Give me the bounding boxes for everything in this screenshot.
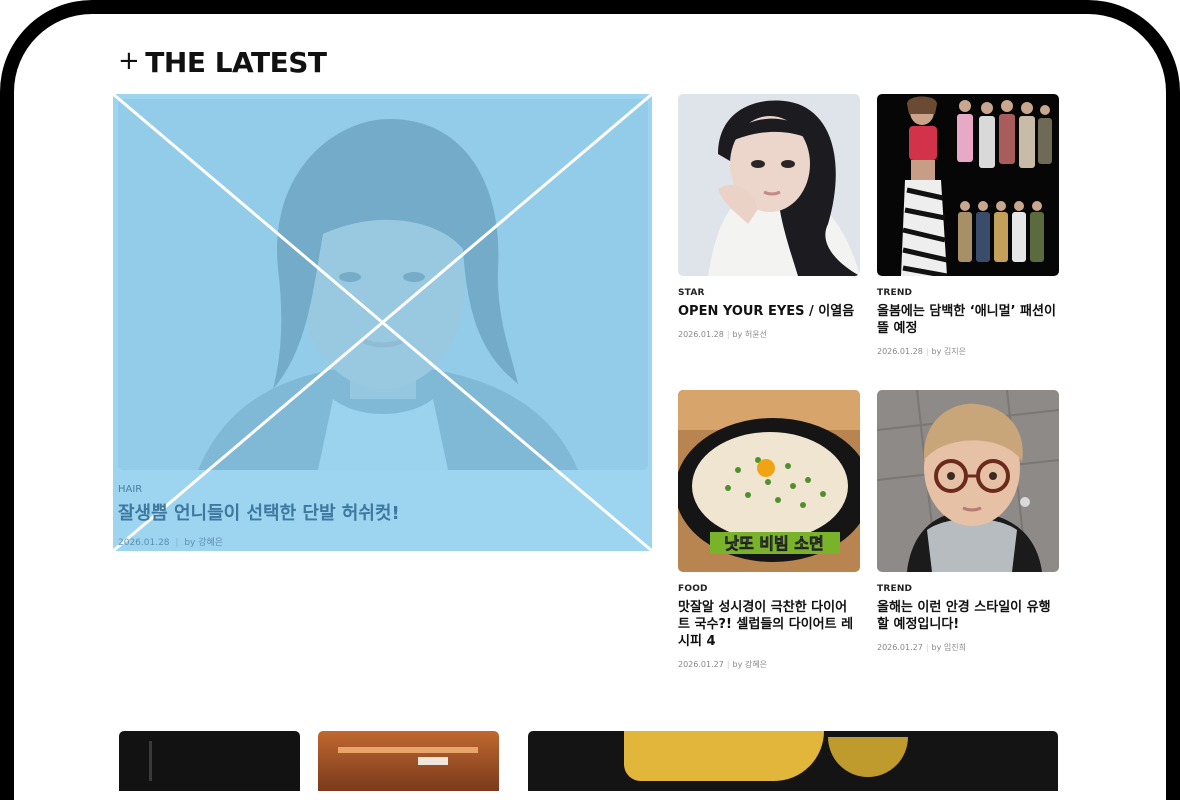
featured-article[interactable]: HAIR 잘생쁨 언니들이 선택한 단발 허쉬컷! 2026.01.28 | b…: [113, 94, 652, 551]
article-date: 2026.01.27: [678, 660, 724, 669]
teaser-thumbnail[interactable]: [119, 731, 300, 791]
article-author: by 김지은: [931, 347, 966, 356]
article-card[interactable]: STAR OPEN YOUR EYES / 이열음 2026.01.28 | by …: [678, 94, 860, 340]
article-title[interactable]: 맛잘알 성시경이 극찬한 다이어트 국수?! 셀럽들의 다이어트 레시피 4: [678, 599, 858, 650]
featured-meta: 2026.01.28 | by 강혜은: [118, 538, 224, 548]
article-category[interactable]: TREND: [877, 288, 1059, 298]
article-author: by 임진희: [931, 643, 966, 652]
article-category[interactable]: TREND: [877, 584, 1059, 594]
article-card[interactable]: TREND 올봄에는 담백한 ‘애니멀’ 패션이 뜰 예정 2026.01.28…: [877, 94, 1059, 357]
article-card[interactable]: TREND 올해는 이런 안경 스타일이 유행할 예정입니다! 2026.01.…: [877, 390, 1059, 653]
article-date: 2026.01.27: [877, 643, 923, 652]
article-title[interactable]: 올봄에는 담백한 ‘애니멀’ 패션이 뜰 예정: [877, 303, 1057, 337]
article-category[interactable]: FOOD: [678, 584, 860, 594]
article-thumbnail[interactable]: [678, 94, 860, 276]
food-caption: 낫또 비빔 소면: [724, 534, 823, 553]
article-date: 2026.01.28: [678, 330, 724, 339]
featured-date: 2026.01.28: [118, 538, 170, 548]
article-category[interactable]: STAR: [678, 288, 860, 298]
section-title: + THE LATEST: [118, 44, 327, 80]
article-card[interactable]: 낫또 비빔 소면 FOOD 맛잘알 성시경이 극찬한 다이어트 국수?! 셀럽들…: [678, 390, 860, 670]
article-title[interactable]: 올해는 이런 안경 스타일이 유행할 예정입니다!: [877, 599, 1057, 633]
article-thumbnail[interactable]: [877, 94, 1059, 276]
featured-author: by 강혜은: [184, 538, 224, 548]
featured-title[interactable]: 잘생쁨 언니들이 선택한 단발 허쉬컷!: [118, 499, 400, 525]
article-meta: 2026.01.27 | by 강혜은: [678, 660, 767, 669]
plus-icon: +: [118, 46, 140, 76]
article-title[interactable]: OPEN YOUR EYES / 이열음: [678, 303, 858, 320]
article-meta: 2026.01.28 | by 김지은: [877, 347, 966, 356]
broken-image-x-icon: [113, 94, 652, 551]
featured-category[interactable]: HAIR: [118, 484, 142, 495]
article-author: by 강혜은: [732, 660, 767, 669]
article-thumbnail[interactable]: [877, 390, 1059, 572]
article-author: by 허윤선: [732, 330, 767, 339]
teaser-thumbnail[interactable]: [528, 731, 1058, 791]
article-meta: 2026.01.28 | by 허윤선: [678, 330, 767, 339]
section-title-text: THE LATEST: [145, 45, 327, 79]
teaser-thumbnail[interactable]: [318, 731, 499, 791]
article-date: 2026.01.28: [877, 347, 923, 356]
article-meta: 2026.01.27 | by 임진희: [877, 643, 966, 652]
article-thumbnail[interactable]: 낫또 비빔 소면: [678, 390, 860, 572]
